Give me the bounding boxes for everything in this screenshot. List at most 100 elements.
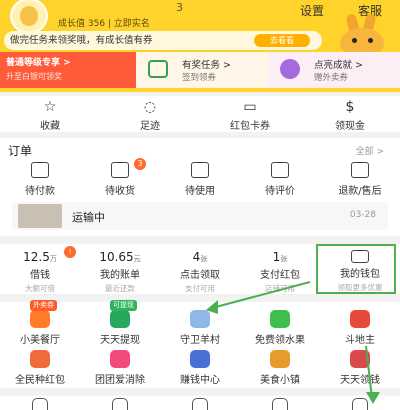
- fruit-icon: [270, 310, 290, 328]
- plant-icon: [30, 350, 50, 368]
- pay-redpacket-item[interactable]: 1张 支付红包 店铺可用: [240, 244, 320, 294]
- claim-label: 点击领取: [180, 270, 220, 281]
- truck-icon: [111, 162, 129, 178]
- achievement-card[interactable]: 点亮成就 > 赠外卖券: [268, 52, 400, 88]
- shipping-date: 03-28: [349, 210, 376, 220]
- bill-item[interactable]: 10.65元 我的账单 最近还款: [80, 244, 160, 294]
- quick-actions: ☆ 收藏 ◌ 足迹 ▭ 红包卡券 $ 领现金: [0, 96, 400, 132]
- service-label: 守卫羊村: [180, 335, 220, 346]
- service-tag: 外卖券: [30, 300, 57, 311]
- service-free-fruit[interactable]: 免费领水果: [240, 306, 320, 346]
- orders-icon: [272, 398, 288, 410]
- money-bag-icon: [350, 350, 370, 368]
- wallet-highlight-box: [316, 244, 396, 294]
- pending-payment-label: 待付款: [25, 186, 55, 197]
- service-landlord[interactable]: 斗地主: [320, 306, 400, 346]
- coupons-label: 红包卡券: [230, 121, 270, 132]
- achievement-title: 点亮成就 >: [314, 60, 363, 71]
- orders-section: 订单 全部 > 待付款 待收货 待使用 待评价 退款/售后 3 运输中 03-2…: [0, 138, 400, 236]
- claim-sub: 支付可用: [185, 284, 215, 293]
- shipping-status: 运输中: [72, 211, 105, 224]
- order-pending-use[interactable]: 待使用: [160, 160, 240, 197]
- order-status-row: 待付款 待收货 待使用 待评价 退款/售后: [0, 160, 400, 197]
- service-label: 美食小镇: [260, 375, 300, 386]
- coupons-button[interactable]: ▭ 红包卡券: [200, 96, 300, 132]
- tab-shop[interactable]: [80, 396, 160, 410]
- view-tasks-button[interactable]: 去看看: [254, 34, 310, 47]
- services-row-2: 全民种红包 团团爱消除 赚钱中心 美食小镇 天天领钱: [0, 346, 400, 386]
- borrow-unit: 万: [49, 255, 57, 263]
- claim-coupon-item[interactable]: 4张 点击领取 支付可用: [160, 244, 240, 294]
- cash-button[interactable]: $ 领现金: [300, 96, 400, 132]
- tab-mine[interactable]: [320, 396, 400, 410]
- tab-discover[interactable]: [160, 396, 240, 410]
- refund-label: 退款/售后: [338, 186, 382, 197]
- redpacket-unit: 张: [280, 255, 288, 263]
- achievement-subtitle: 赠外卖券: [314, 73, 349, 83]
- reward-task-card[interactable]: 有奖任务 > 签到领券: [136, 52, 268, 88]
- tab-home[interactable]: [0, 396, 80, 410]
- member-cards: 普通等级专享 > 升至白银可领奖 有奖任务 > 签到领券 点亮成就 > 赠外卖券: [0, 52, 400, 88]
- order-pending-receipt[interactable]: 待收货: [80, 160, 160, 197]
- order-refund[interactable]: 退款/售后: [320, 160, 400, 197]
- service-daily-money[interactable]: 天天领钱: [320, 346, 400, 386]
- coupon-icon: ▭: [243, 99, 257, 115]
- bill-label: 我的账单: [100, 270, 140, 281]
- profile-header: 3 成长值 356 | 立即实名 设置 客服 做完任务来领奖哦，有成长值有券 去…: [0, 0, 400, 92]
- pending-receipt-label: 待收货: [105, 186, 135, 197]
- claim-unit: 张: [200, 255, 208, 263]
- cash-out-icon: [110, 310, 130, 328]
- restaurant-icon: [30, 310, 50, 328]
- pending-review-label: 待评价: [265, 186, 295, 197]
- tab-orders[interactable]: [240, 396, 320, 410]
- cash-icon: $: [345, 99, 355, 115]
- redpacket-label: 支付红包: [260, 270, 300, 281]
- level-privilege-card[interactable]: 普通等级专享 > 升至白银可领奖: [0, 52, 136, 88]
- service-match-game[interactable]: 团团爱消除: [80, 346, 160, 386]
- avatar[interactable]: [10, 0, 48, 34]
- checklist-icon: [148, 60, 168, 78]
- pending-receipt-badge: 3: [134, 158, 146, 170]
- all-orders-link[interactable]: 全部 >: [356, 144, 384, 157]
- footprint-label: 足迹: [140, 121, 160, 132]
- shipping-item[interactable]: 运输中 03-28: [12, 202, 388, 230]
- comment-icon: [271, 162, 289, 178]
- wallet-card-icon: [31, 162, 49, 178]
- service-sheep-game[interactable]: 守卫羊村: [160, 306, 240, 346]
- service-food-town[interactable]: 美食小镇: [240, 346, 320, 386]
- service-tag: 可提现: [110, 300, 137, 311]
- service-label: 天天领钱: [340, 375, 380, 386]
- sheep-icon: [190, 310, 210, 328]
- service-label: 小美餐厅: [20, 335, 60, 346]
- borrow-value: 12.5: [23, 250, 50, 264]
- order-pending-review[interactable]: 待评价: [240, 160, 320, 197]
- star-badge-icon: [280, 59, 300, 79]
- shop-icon: [112, 398, 128, 410]
- service-withdraw[interactable]: 天天提现 可提现: [80, 300, 160, 346]
- product-thumbnail: [18, 204, 62, 228]
- refund-icon: [351, 162, 369, 178]
- growth-value-link[interactable]: 成长值 356 | 立即实名: [58, 16, 150, 29]
- reward-task-subtitle: 签到领券: [182, 73, 217, 83]
- bottom-tab-bar: [0, 396, 400, 410]
- mine-icon: [352, 398, 368, 410]
- service-label: 免费领水果: [255, 335, 305, 346]
- footprint-button[interactable]: ◌ 足迹: [100, 96, 200, 132]
- order-pending-payment[interactable]: 待付款: [0, 160, 80, 197]
- bill-sub: 最近还款: [105, 284, 135, 293]
- redpacket-sub: 店铺可用: [265, 284, 295, 293]
- settings-button[interactable]: 设置: [300, 2, 324, 19]
- favorites-button[interactable]: ☆ 收藏: [0, 96, 100, 132]
- orders-title: 订单: [8, 144, 33, 158]
- food-town-icon: [270, 350, 290, 368]
- cards-icon: [350, 310, 370, 328]
- username: 3: [176, 1, 183, 14]
- borrow-item[interactable]: 12.5万 借钱 大额可借 !: [0, 244, 80, 294]
- borrow-badge: !: [64, 246, 76, 258]
- service-plant-redpacket[interactable]: 全民种红包: [0, 346, 80, 386]
- service-earn-center[interactable]: 赚钱中心: [160, 346, 240, 386]
- service-label: 团团爱消除: [95, 375, 145, 386]
- cash-label: 领现金: [335, 121, 365, 132]
- service-label: 天天提现: [100, 335, 140, 346]
- service-restaurant[interactable]: 小美餐厅 外卖券: [0, 300, 80, 346]
